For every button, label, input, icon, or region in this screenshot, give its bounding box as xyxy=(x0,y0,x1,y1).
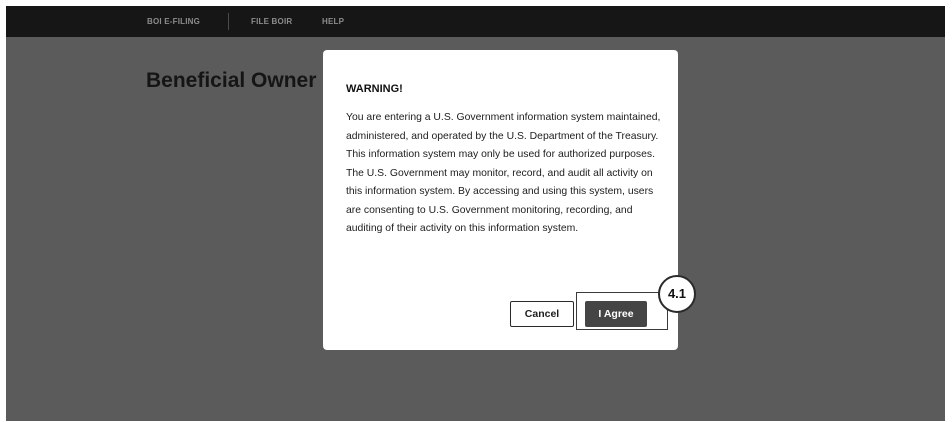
dialog-title: WARNING! xyxy=(346,83,403,95)
nav-item-boi-e-filing[interactable]: BOI E-FILING xyxy=(147,6,200,37)
annotation-highlight-box xyxy=(576,292,668,330)
cancel-button[interactable]: Cancel xyxy=(510,301,574,327)
dialog-message: You are entering a U.S. Government infor… xyxy=(346,112,661,234)
app-viewport: BOI E-FILING FILE BOIR HELP Beneficial O… xyxy=(6,6,945,421)
nav-divider xyxy=(228,13,229,30)
annotation-step-badge: 4.1 xyxy=(658,275,696,313)
nav-item-file-boir[interactable]: FILE BOIR xyxy=(251,6,292,37)
page-title: Beneficial Owner xyxy=(146,69,317,92)
top-navigation-bar: BOI E-FILING FILE BOIR HELP xyxy=(6,6,945,37)
nav-item-help[interactable]: HELP xyxy=(322,6,344,37)
